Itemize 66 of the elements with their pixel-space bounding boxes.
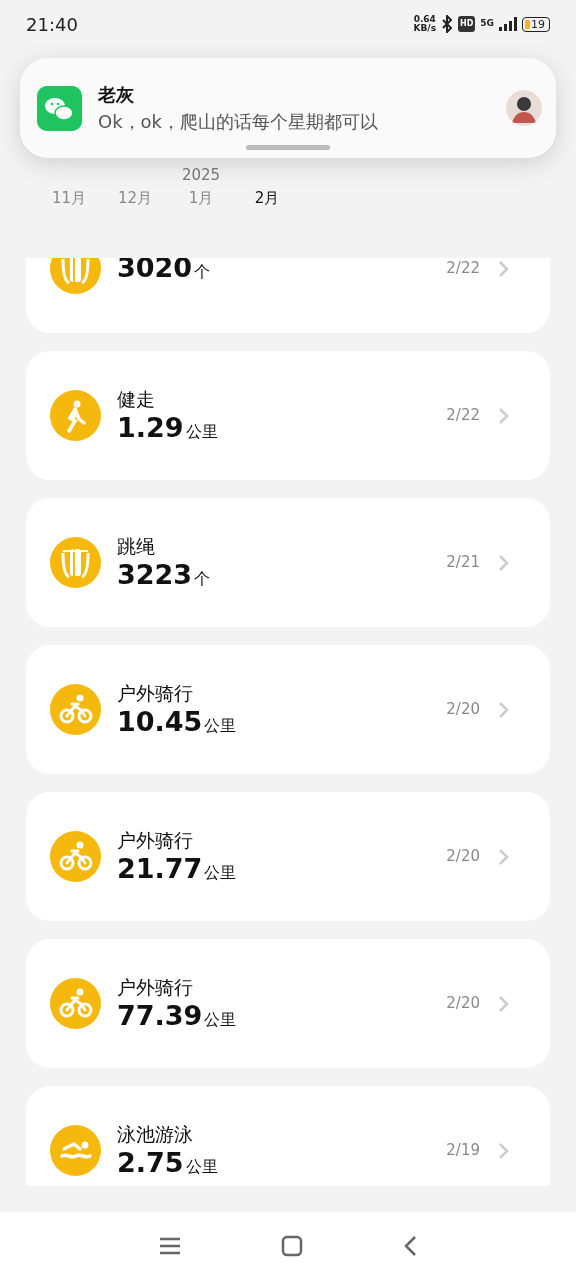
chevron-icon <box>498 553 510 572</box>
signal-icon <box>499 17 517 31</box>
activity-name: 户外骑行 <box>117 974 194 1000</box>
activity-date: 2/20 <box>446 846 480 868</box>
chevron-icon <box>498 994 510 1013</box>
activity-date: 2/22 <box>446 258 480 280</box>
activity-unit: 公里 <box>185 420 218 443</box>
activity-unit: 公里 <box>185 1155 218 1178</box>
activity-unit: 个 <box>194 261 211 284</box>
activity-name: 健走 <box>117 386 156 412</box>
home-icon[interactable] <box>281 1235 303 1257</box>
activity-value: 10.45 <box>117 705 203 739</box>
activity-value: 3020 <box>117 258 193 285</box>
activity-unit: 个 <box>194 567 211 590</box>
notification-banner[interactable]: 老灰 Ok，ok，爬山的话每个星期都可以 <box>20 58 556 158</box>
activity-date: 2/22 <box>446 405 480 427</box>
activity-name: 跳绳 <box>117 533 156 559</box>
activity-value: 2.75 <box>117 1146 184 1180</box>
month-tab[interactable]: 2月 <box>254 187 280 210</box>
cycling-icon <box>50 978 101 1029</box>
chevron-icon <box>498 847 510 866</box>
activity-date: 2/20 <box>446 699 480 721</box>
network-speed: 0.64 KB/s <box>413 15 436 33</box>
swimming-icon <box>50 1125 101 1176</box>
chevron-icon <box>498 259 510 278</box>
activity-value: 77.39 <box>117 999 203 1033</box>
activity-value: 3223 <box>117 558 193 592</box>
activity-name: 户外骑行 <box>117 827 194 853</box>
chat-app-icon <box>37 85 82 131</box>
back-icon[interactable] <box>403 1235 417 1257</box>
year-label: 2025 <box>181 166 221 184</box>
chevron-icon <box>498 406 510 425</box>
activity-value: 1.29 <box>117 411 184 445</box>
message-preview: Ok，ok，爬山的话每个星期都可以 <box>98 110 379 134</box>
activity-card[interactable]: 户外骑行 10.45公里 2/20 <box>26 645 550 774</box>
avatar <box>506 90 542 126</box>
activity-unit: 公里 <box>204 714 237 737</box>
battery-indicator: 19 <box>522 16 550 32</box>
activity-unit: 公里 <box>204 861 237 884</box>
status-time: 21:40 <box>26 12 78 37</box>
walking-icon <box>50 390 101 441</box>
menu-icon[interactable] <box>159 1237 181 1255</box>
activity-date: 2/20 <box>446 993 480 1015</box>
activity-value: 21.77 <box>117 852 203 886</box>
activity-card[interactable]: 健走 1.29 公里 2/22 <box>26 351 550 480</box>
jump-rope-icon <box>50 258 101 294</box>
activity-card[interactable]: 跳绳 3223 个 2/21 <box>26 498 550 627</box>
activity-unit: 公里 <box>204 1008 237 1031</box>
cycling-icon <box>50 684 101 735</box>
activity-card[interactable]: 泳池游泳 2.75 公里 2/19 <box>26 1086 550 1186</box>
chevron-icon <box>498 700 510 719</box>
bluetooth-icon <box>441 15 453 33</box>
hd-badge: HD <box>458 16 476 32</box>
network-type: 5G <box>480 17 494 31</box>
jump-rope-icon <box>50 537 101 588</box>
activity-card[interactable]: 户外骑行 21.77 公里 2/20 <box>26 792 550 921</box>
activity-date: 2/19 <box>446 1140 480 1162</box>
cycling-icon <box>50 831 101 882</box>
drag-handle[interactable] <box>246 145 330 150</box>
activity-name: 泳池游泳 <box>117 1121 194 1147</box>
activity-card[interactable]: 3020个 2/22 <box>26 258 550 333</box>
sender-name: 老灰 <box>98 83 135 107</box>
chevron-icon <box>498 1141 510 1160</box>
activity-card[interactable]: 户外骑行 77.39公里 2/20 <box>26 939 550 1068</box>
activity-date: 2/21 <box>446 552 480 574</box>
activity-name: 户外骑行 <box>117 680 194 706</box>
